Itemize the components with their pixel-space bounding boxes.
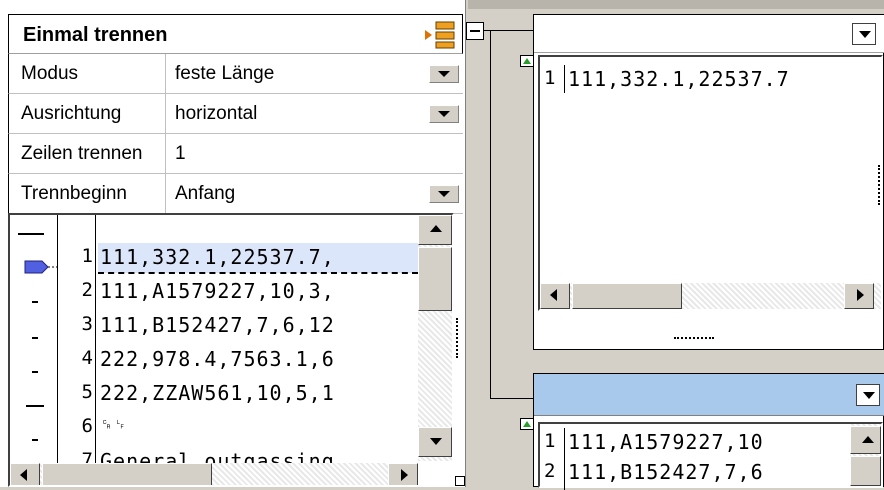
scroll-up-button[interactable]	[850, 426, 881, 454]
code-line: General outgassing	[100, 449, 335, 463]
scroll-left-button[interactable]	[10, 463, 40, 485]
property-label: Modus	[21, 63, 79, 84]
divider	[165, 174, 166, 214]
resize-grip[interactable]	[878, 165, 881, 205]
tick-mark	[26, 405, 44, 407]
connector-line	[484, 30, 533, 31]
scroll-right-button[interactable]	[844, 283, 874, 309]
property-row-split-start[interactable]: Trennbeginn Anfang	[8, 174, 463, 214]
line-number: 2	[544, 460, 556, 482]
split-line	[98, 272, 418, 274]
divider	[165, 54, 166, 94]
gutter-divider	[564, 428, 565, 490]
resize-corner[interactable]	[455, 476, 465, 486]
divider	[165, 94, 166, 134]
connector-line	[490, 30, 491, 399]
property-value[interactable]: horizontal	[175, 103, 257, 125]
line-number: 6	[81, 415, 93, 437]
code-line: 222,978.4,7563.1,6	[100, 347, 335, 371]
expand-tree-icon[interactable]	[423, 21, 457, 49]
code-line: ␍␊	[100, 415, 128, 434]
horizontal-scrollbar[interactable]	[540, 283, 881, 309]
node-text-view[interactable]: 1 111,332.1,22537.7	[538, 55, 883, 311]
tick-mark	[32, 439, 38, 441]
property-row-split-lines[interactable]: Zeilen trennen 1	[8, 134, 463, 174]
result-node-top[interactable]: 1 111,332.1,22537.7	[520, 14, 884, 350]
code-line: 111,332.1,22537.7,	[100, 245, 335, 269]
line-number: 3	[81, 313, 93, 335]
dropdown-arrow-icon[interactable]	[429, 105, 459, 123]
scroll-down-button[interactable]	[418, 427, 452, 457]
divider	[165, 134, 166, 174]
code-line: 222,ZZAW561,10,5,1	[100, 381, 335, 405]
resize-grip[interactable]	[674, 337, 714, 340]
dropdown-arrow-icon[interactable]	[852, 23, 876, 45]
collapse-minus-icon[interactable]	[466, 22, 484, 40]
code-area[interactable]: 111,332.1,22537.7, 111,A1579227,10,3, 11…	[98, 215, 418, 463]
property-value[interactable]: 1	[175, 143, 186, 165]
split-marker-column	[10, 215, 60, 463]
panel-title: Einmal trennen	[23, 24, 168, 46]
node-header	[534, 15, 884, 53]
property-row-orientation[interactable]: Ausrichtung horizontal	[8, 94, 463, 134]
property-row-mode[interactable]: Modus feste Länge	[8, 54, 463, 94]
green-triangle-icon[interactable]	[520, 418, 534, 430]
scroll-left-button[interactable]	[540, 283, 570, 309]
canvas-top-band	[468, 0, 884, 9]
scroll-up-button[interactable]	[418, 215, 452, 245]
code-line: 111,A1579227,10	[568, 430, 764, 454]
code-line: 111,B152427,7,6	[568, 460, 764, 484]
scroll-thumb[interactable]	[418, 247, 452, 311]
split-marker-icon[interactable]	[24, 259, 60, 282]
gutter-divider	[564, 65, 565, 93]
tick-mark	[32, 301, 38, 303]
panel-header: Einmal trennen	[8, 14, 463, 54]
horizontal-scrollbar[interactable]	[10, 463, 418, 485]
scroll-right-button[interactable]	[388, 463, 418, 485]
node-text-view[interactable]: 1 2 111,A1579227,10 111,B152427,7,6	[538, 422, 883, 490]
split-once-panel: Einmal trennen Modus feste Länge Ausrich…	[0, 0, 466, 487]
dropdown-arrow-icon[interactable]	[429, 65, 459, 83]
result-node-bottom[interactable]: 1 2 111,A1579227,10 111,B152427,7,6	[520, 373, 884, 490]
line-number: 1	[544, 67, 556, 89]
resize-grip[interactable]	[456, 318, 459, 358]
line-number: 1	[544, 430, 556, 452]
line-number: 2	[81, 279, 93, 301]
scroll-thumb[interactable]	[572, 283, 682, 309]
vertical-scrollbar[interactable]	[418, 215, 452, 461]
line-number: 4	[81, 347, 93, 369]
code-line: 111,332.1,22537.7	[568, 67, 790, 91]
dropdown-arrow-icon[interactable]	[856, 384, 880, 406]
line-number: 1	[81, 245, 93, 267]
code-line: 111,A1579227,10,3,	[100, 279, 335, 303]
text-preview-editor[interactable]: 1 2 3 4 5 6 7 111,332.1,22537.7, 111,A15…	[8, 213, 454, 487]
line-number-gutter: 1 2 3 4 5 6 7	[60, 215, 96, 471]
line-number: 5	[81, 381, 93, 403]
node-header	[534, 374, 884, 416]
scroll-thumb[interactable]	[42, 463, 212, 485]
property-value[interactable]: Anfang	[175, 183, 235, 205]
code-line: 111,B152427,7,6,12	[100, 313, 335, 337]
dropdown-arrow-icon[interactable]	[429, 185, 459, 203]
property-label: Ausrichtung	[21, 103, 122, 124]
property-value[interactable]: feste Länge	[175, 63, 274, 85]
scroll-thumb[interactable]	[850, 456, 881, 486]
marker-line	[18, 233, 44, 235]
property-label: Zeilen trennen	[21, 143, 143, 164]
vertical-scrollbar[interactable]	[850, 424, 881, 486]
tick-mark	[32, 337, 38, 339]
property-label: Trennbeginn	[21, 183, 127, 204]
connector-line	[490, 398, 533, 399]
green-triangle-icon[interactable]	[520, 55, 534, 67]
tick-mark	[32, 371, 38, 373]
